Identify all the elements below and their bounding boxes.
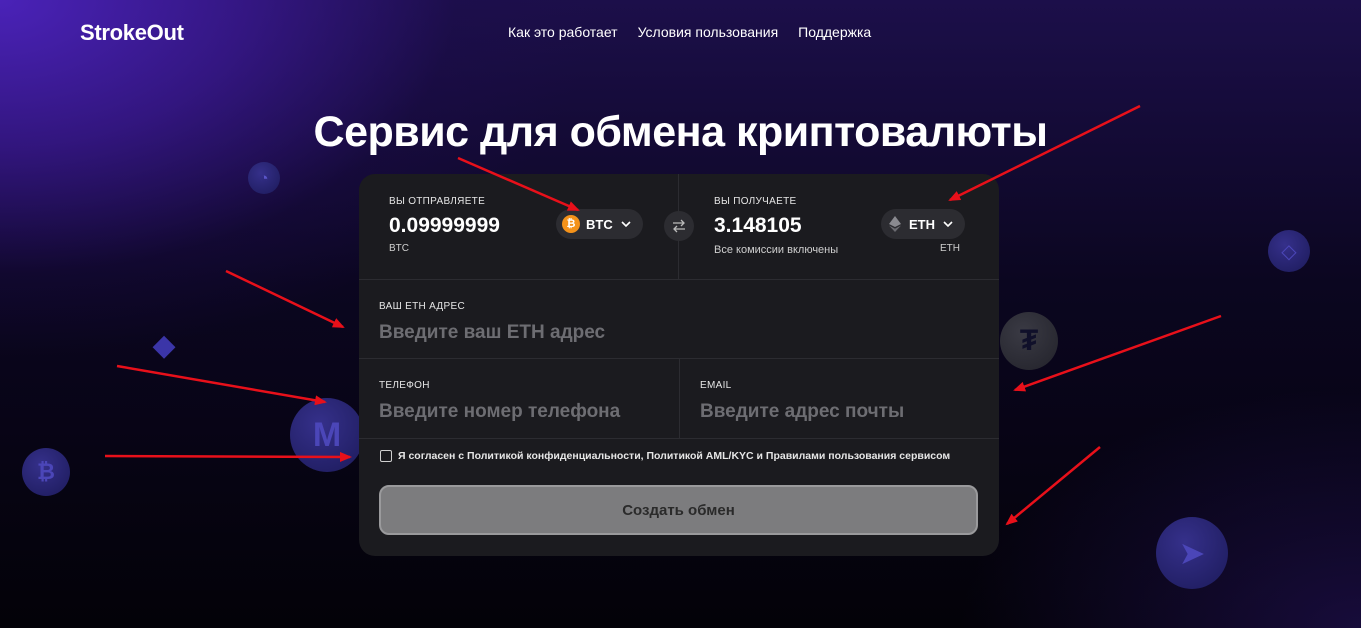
swap-icon — [673, 219, 685, 233]
nav-support[interactable]: Поддержка — [798, 24, 871, 40]
send-amount[interactable]: 0.09999999 — [389, 214, 500, 238]
create-exchange-button[interactable]: Создать обмен — [379, 485, 978, 535]
receive-currency-note: ETH — [940, 243, 960, 254]
page-title: Сервис для обмена криптовалюты — [313, 108, 1048, 156]
exchange-form: ВЫ ОТПРАВЛЯЕТЕ 0.09999999 BTC ₿ BTC ВЫ П… — [359, 174, 999, 556]
receive-currency-select[interactable]: ETH — [881, 209, 965, 239]
decorative-ethereum-icon: ◆ — [152, 328, 176, 362]
send-currency-note: BTC — [389, 243, 409, 254]
chevron-down-icon — [621, 221, 631, 228]
receive-amount: 3.148105 — [714, 214, 802, 237]
address-label: ВАШ ETH АДРЕС — [379, 301, 465, 312]
agreement-checkbox[interactable] — [380, 450, 392, 462]
address-row: ВАШ ETH АДРЕС — [359, 280, 999, 359]
amounts-row: ВЫ ОТПРАВЛЯЕТЕ 0.09999999 BTC ₿ BTC ВЫ П… — [359, 174, 999, 280]
annotation-arrow — [225, 269, 345, 329]
ethereum-icon — [889, 216, 901, 232]
phone-label: ТЕЛЕФОН — [379, 380, 430, 391]
fee-note: Все комиссии включены — [714, 244, 839, 256]
send-currency-value: BTC — [586, 216, 613, 232]
decorative-coin-icon: ◇ — [1268, 230, 1310, 272]
receive-label: ВЫ ПОЛУЧАЕТЕ — [714, 196, 797, 207]
annotation-arrow — [1005, 446, 1101, 526]
bitcoin-icon: ₿ — [562, 215, 580, 233]
decorative-bitcoin-icon: ₿ — [22, 448, 70, 496]
decorative-tether-icon: ₮ — [1000, 312, 1058, 370]
chevron-down-icon — [943, 221, 953, 228]
decorative-telegram-icon: ➤ — [1156, 517, 1228, 589]
phone-input[interactable] — [379, 399, 669, 425]
email-input[interactable] — [700, 399, 980, 425]
decorative-monero-icon: M — [290, 398, 364, 472]
agreement[interactable]: Я согласен с Политикой конфиденциальност… — [380, 450, 950, 462]
send-label: ВЫ ОТПРАВЛЯЕТЕ — [389, 196, 486, 207]
receive-currency-value: ETH — [909, 216, 935, 232]
nav-how-it-works[interactable]: Как это работает — [508, 24, 618, 40]
swap-button[interactable] — [664, 211, 694, 241]
agreement-text: Я согласен с Политикой конфиденциальност… — [398, 450, 951, 462]
email-label: EMAIL — [700, 380, 732, 391]
logo[interactable]: StrokeOut — [80, 20, 184, 46]
send-currency-select[interactable]: ₿ BTC — [556, 209, 643, 239]
contact-row: ТЕЛЕФОН EMAIL — [359, 359, 999, 439]
top-nav: Как это работает Условия пользования Под… — [508, 24, 871, 40]
annotation-arrow — [116, 364, 327, 406]
eth-address-input[interactable] — [379, 320, 979, 346]
nav-terms[interactable]: Условия пользования — [638, 24, 779, 40]
decorative-coin-icon: ◔ — [248, 162, 280, 194]
